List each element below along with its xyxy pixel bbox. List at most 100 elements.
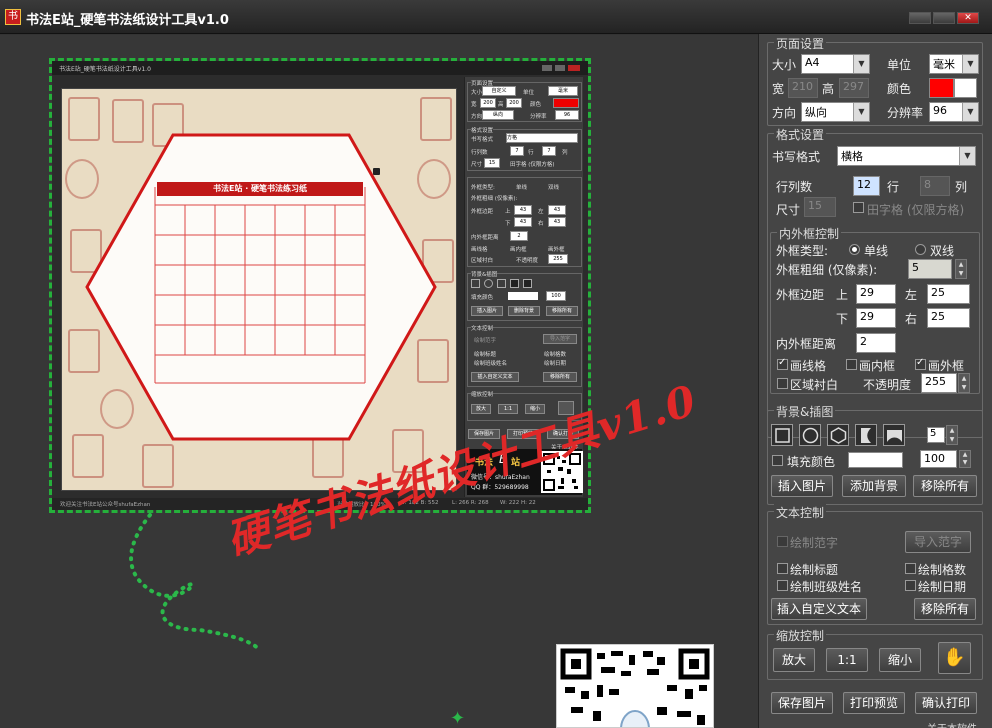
shape-count-spinner[interactable]: ▲ ▼ — [946, 425, 958, 445]
preview-label: 单线 — [516, 185, 528, 191]
area-white-checkbox[interactable] — [777, 378, 788, 389]
margin-bottom-input[interactable]: 29 — [856, 308, 896, 328]
status-welcome: 欢迎关注书法E站公众号shufaEzhan — [60, 502, 151, 508]
draw-title-checkbox[interactable] — [777, 563, 788, 574]
col-label: 列 — [955, 180, 968, 194]
hand-icon: ✋ — [943, 647, 966, 668]
print-preview-button[interactable]: 打印预览 — [843, 692, 905, 714]
preview-cols-input: 7 — [542, 146, 556, 156]
rows-input[interactable]: 12 — [853, 176, 880, 196]
lock-icon — [373, 168, 380, 175]
import-model-button[interactable]: 导入范字 — [905, 531, 971, 553]
single-line-radio[interactable] — [849, 244, 860, 255]
cols-input[interactable]: 8 — [920, 176, 950, 196]
inner-distance-label: 内外框距离 — [776, 337, 837, 351]
insert-image-button[interactable]: 插入图片 — [771, 475, 833, 497]
orientation-select[interactable]: 纵向 ▼ — [801, 102, 870, 122]
preview-format-group: 格式设置 书写格式 方格 行列数 7 行 7 列 尺寸 15 田字格 (仅限方格… — [467, 126, 582, 171]
draw-inner-checkbox[interactable] — [846, 359, 857, 370]
secondary-color-swatch[interactable] — [954, 78, 977, 98]
draw-class-name-checkbox[interactable] — [777, 580, 788, 591]
margin-top-input[interactable]: 29 — [856, 284, 896, 304]
fill-opacity-input[interactable]: 100 — [920, 450, 957, 468]
margin-left-input[interactable]: 25 — [927, 284, 970, 304]
thickness-spinner[interactable]: ▲ ▼ — [955, 259, 967, 279]
preview-label: 上 — [505, 209, 511, 215]
close-button[interactable]: ✕ — [957, 12, 979, 24]
preview-opacity-input: 255 — [548, 254, 568, 264]
thickness-input[interactable]: 5 — [908, 259, 952, 279]
fill-color-swatch[interactable] — [848, 452, 903, 468]
fill-opacity-spinner[interactable]: ▲ ▼ — [959, 450, 971, 468]
save-image-button[interactable]: 保存图片 — [771, 692, 833, 714]
resolution-label: 分辨率 — [887, 106, 924, 120]
preview-window-buttons — [542, 65, 582, 71]
preview-page-group: 页面设置 大小 自定义 单位 毫米 宽 200 高 200 颜色 方向 纵向 分… — [467, 79, 582, 122]
preview-label: 下 — [505, 221, 511, 227]
insert-custom-text-button[interactable]: 插入自定义文本 — [771, 598, 867, 620]
draw-model-checkbox[interactable] — [777, 536, 788, 547]
inner-distance-input[interactable]: 2 — [856, 333, 896, 353]
opacity-input[interactable]: 255 — [921, 373, 957, 393]
draw-outer-checkbox[interactable] — [915, 357, 926, 370]
preview-label: 行 — [528, 150, 534, 156]
shape-count-input[interactable]: 5 — [927, 427, 945, 443]
preview-label: 绘制班级姓名 — [474, 361, 508, 367]
circle-shape-button[interactable] — [799, 424, 821, 446]
margin-right-input[interactable]: 25 — [927, 308, 970, 328]
frame-type-label: 外框类型: — [776, 244, 829, 258]
arch-icon — [887, 430, 902, 442]
preview-label: 内外框距离 — [471, 235, 499, 241]
height-label: 高 — [822, 82, 835, 96]
preview-fill-input: 100 — [546, 291, 566, 301]
preview-zoom-in-button: 放大 — [471, 404, 491, 414]
banner-text: 书法E站 · 硬笔书法练习纸 — [212, 184, 308, 193]
zoom-out-button[interactable]: 缩小 — [879, 648, 921, 672]
size-input[interactable]: 15 — [804, 197, 836, 217]
qr-code — [556, 644, 714, 728]
confirm-print-button[interactable]: 确认打印 — [915, 692, 977, 714]
width-input[interactable]: 210 — [788, 78, 818, 98]
add-background-button[interactable]: 添加背景 — [842, 475, 906, 497]
opacity-spinner[interactable]: ▲ ▼ — [958, 373, 970, 393]
remove-all-images-button[interactable]: 移除所有 — [913, 475, 977, 497]
preview-label: 左 — [538, 209, 544, 215]
corner-shape-button[interactable] — [855, 424, 877, 446]
preview-label: 绘制格数 — [544, 352, 567, 358]
area-white-label: 区域衬白 — [790, 378, 839, 392]
preview-group-label: 缩放控制 — [471, 390, 494, 398]
draw-grid-checkbox[interactable] — [777, 357, 788, 370]
draw-grid-count-checkbox[interactable] — [905, 563, 916, 574]
unit-label: 单位 — [887, 58, 912, 72]
primary-color-swatch[interactable] — [929, 78, 954, 98]
preview-height-input: 200 — [506, 98, 522, 108]
preview-title-bar: 书法E站_硬笔书法纸设计工具v1.0 — [52, 61, 588, 75]
maximize-button[interactable] — [933, 12, 955, 24]
arch-shape-button[interactable] — [883, 424, 905, 446]
draw-date-checkbox[interactable] — [905, 580, 916, 591]
zoom-reset-button[interactable]: 1:1 — [826, 648, 868, 672]
preview-label: 书写格式 — [471, 137, 494, 143]
square-shape-button[interactable] — [771, 424, 793, 446]
row-label: 行 — [887, 180, 900, 194]
zoom-in-button[interactable]: 放大 — [773, 648, 815, 672]
hexagon-shape-button[interactable] — [827, 424, 849, 446]
remove-all-text-button[interactable]: 移除所有 — [914, 598, 976, 620]
tianzige-checkbox[interactable] — [853, 202, 864, 213]
about-link[interactable]: 关于本软件 — [927, 720, 977, 728]
unit-select[interactable]: 毫米 ▼ — [929, 54, 979, 74]
preview-corner-icon — [510, 279, 519, 288]
minimize-button[interactable] — [909, 12, 931, 24]
hexagon-icon — [830, 427, 847, 444]
opacity-label: 不透明度 — [863, 378, 912, 392]
double-line-radio[interactable] — [915, 244, 926, 255]
fill-color-label: 填充颜色 — [787, 455, 836, 469]
fill-color-checkbox[interactable] — [772, 455, 783, 466]
orientation-value: 纵向 — [805, 106, 827, 119]
size-select[interactable]: A4 ▼ — [801, 54, 870, 74]
resolution-select[interactable]: 96 ▼ — [929, 102, 979, 122]
writing-format-select[interactable]: 横格 ▼ — [837, 146, 976, 166]
circle-icon — [802, 427, 819, 444]
height-input[interactable]: 297 — [839, 78, 869, 98]
hand-tool-button[interactable]: ✋ — [938, 642, 971, 674]
